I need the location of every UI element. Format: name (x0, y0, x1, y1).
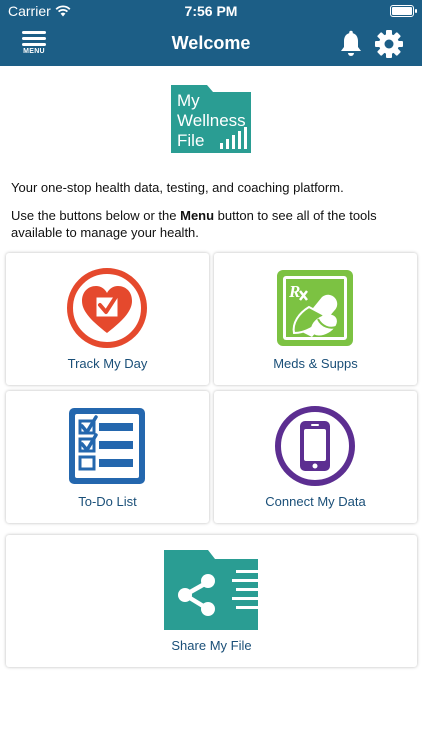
logo-line-3: File (177, 131, 204, 150)
track-my-day-tile[interactable]: Track My Day (6, 253, 209, 385)
gear-icon (375, 30, 403, 58)
intro-instructions: Use the buttons below or the Menu button… (11, 207, 411, 241)
meds-supps-tile[interactable]: R Meds & Supps (214, 253, 417, 385)
intro-instructions-pre: Use the buttons below or the (11, 208, 181, 223)
battery-icon (390, 5, 417, 17)
status-time: 7:56 PM (184, 3, 238, 19)
notifications-button[interactable] (338, 30, 364, 58)
status-bar: Carrier 7:56 PM (0, 0, 422, 22)
nav-bar: MENU Welcome (0, 22, 422, 66)
rx-pills-icon: R (277, 270, 353, 346)
todo-list-tile[interactable]: To-Do List (6, 391, 209, 523)
svg-text:R: R (288, 282, 300, 301)
bell-icon (341, 30, 361, 56)
logo-line-2: Wellness (177, 111, 246, 130)
checklist-icon (69, 408, 145, 484)
connect-my-data-label: Connect My Data (265, 494, 366, 509)
connect-my-data-tile[interactable]: Connect My Data (214, 391, 417, 523)
intro-menu-emphasis: Menu (180, 208, 215, 223)
track-my-day-label: Track My Day (67, 356, 148, 371)
smartphone-icon (275, 406, 355, 486)
share-folder-icon (164, 550, 258, 630)
settings-button[interactable] (374, 29, 404, 59)
logo-line-1: My (177, 91, 200, 110)
heart-checkbox-icon (67, 268, 147, 348)
my-wellness-file-logo: My Wellness File (171, 85, 251, 153)
intro-tagline: Your one-stop health data, testing, and … (11, 180, 344, 195)
share-my-file-label: Share My File (171, 638, 252, 653)
share-my-file-tile[interactable]: Share My File (6, 535, 417, 667)
meds-supps-label: Meds & Supps (273, 356, 358, 371)
todo-list-label: To-Do List (78, 494, 137, 509)
